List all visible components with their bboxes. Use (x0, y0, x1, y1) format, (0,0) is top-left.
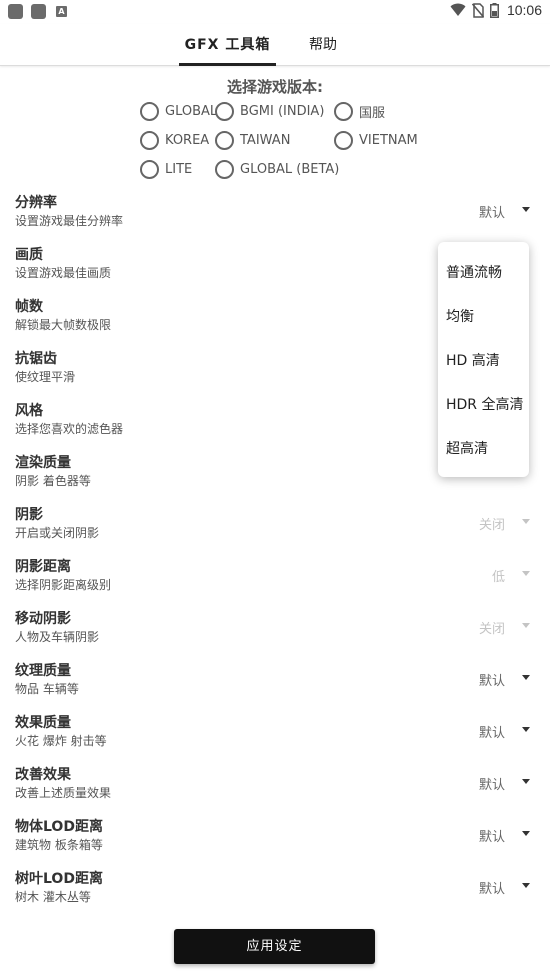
app-icon (31, 4, 46, 19)
active-tab-indicator (179, 63, 276, 66)
dropdown-arrow-icon[interactable] (522, 675, 530, 680)
setting-title: 移动阴影 (15, 611, 71, 627)
setting-row-shadow[interactable]: 阴影 开启或关闭阴影 关闭 (15, 504, 535, 548)
radio-circle (140, 101, 159, 121)
setting-row-texture-quality[interactable]: 纹理质量 物品 车辆等 默认 (15, 660, 535, 704)
wifi-icon (450, 3, 466, 16)
radio-circle (140, 159, 159, 179)
radio-circle (334, 130, 353, 150)
setting-subtitle: 物品 车辆等 (15, 682, 79, 696)
notification-a-icon: A (56, 6, 67, 17)
clock: 10:06 (506, 2, 542, 18)
version-title: 选择游戏版本: (227, 78, 323, 96)
dropdown-arrow-icon[interactable] (522, 779, 530, 784)
dropdown-option-smooth[interactable]: 普通流畅 (446, 262, 502, 282)
setting-subtitle: 建筑物 板条箱等 (15, 838, 103, 852)
tab-bar: GFX 工具箱 帮助 (0, 24, 550, 66)
dropdown-arrow-icon[interactable] (522, 571, 530, 576)
setting-title: 物体LOD距离 (15, 819, 103, 835)
setting-row-improve-effects[interactable]: 改善效果 改善上述质量效果 默认 (15, 764, 535, 808)
quality-dropdown-menu: 普通流畅 均衡 HD 高清 HDR 全高清 超高清 (438, 242, 529, 477)
no-sim-icon (471, 2, 484, 18)
setting-subtitle: 选择阴影距离级别 (15, 578, 112, 592)
setting-value[interactable]: 默认 (479, 670, 505, 689)
app-icon (8, 4, 23, 19)
tab-gfx-toolbox[interactable]: GFX 工具箱 (179, 24, 276, 66)
dropdown-option-balanced[interactable]: 均衡 (446, 306, 474, 326)
setting-subtitle: 设置游戏最佳分辨率 (15, 214, 124, 228)
radio-circle (140, 130, 159, 150)
setting-row-effect-quality[interactable]: 效果质量 火花 爆炸 射击等 默认 (15, 712, 535, 756)
setting-subtitle: 解锁最大帧数极限 (15, 318, 112, 332)
setting-value[interactable]: 低 (492, 566, 505, 585)
dropdown-option-hd[interactable]: HD 高清 (446, 350, 500, 370)
setting-title: 渲染质量 (15, 455, 71, 471)
radio-korea[interactable]: KOREA (140, 130, 209, 150)
setting-subtitle: 阴影 着色器等 (15, 474, 91, 488)
radio-vietnam[interactable]: VIETNAM (334, 130, 418, 150)
dropdown-arrow-icon[interactable] (522, 727, 530, 732)
radio-label: TAIWAN (240, 132, 291, 148)
radio-label: LITE (165, 161, 193, 177)
battery-icon (489, 2, 499, 18)
radio-lite[interactable]: LITE (140, 159, 192, 179)
setting-subtitle: 火花 爆炸 射击等 (15, 734, 107, 748)
setting-subtitle: 使纹理平滑 (15, 370, 76, 384)
radio-circle (215, 130, 234, 150)
dropdown-option-ultra-hd[interactable]: 超高清 (446, 438, 488, 458)
setting-value[interactable]: 默认 (479, 202, 505, 221)
radio-circle (215, 101, 234, 121)
setting-subtitle: 选择您喜欢的滤色器 (15, 422, 124, 436)
setting-row-shadow-distance[interactable]: 阴影距离 选择阴影距离级别 低 (15, 556, 535, 600)
radio-label: 国服 (359, 105, 386, 121)
setting-title: 帧数 (15, 299, 43, 315)
setting-title: 抗锯齿 (15, 351, 57, 367)
dropdown-arrow-icon[interactable] (522, 519, 530, 524)
setting-title: 分辨率 (15, 195, 57, 211)
setting-title: 改善效果 (15, 767, 71, 783)
radio-label: VIETNAM (359, 132, 418, 148)
setting-row-resolution[interactable]: 分辨率 设置游戏最佳分辨率 默认 (15, 192, 535, 236)
dropdown-arrow-icon[interactable] (522, 623, 530, 628)
setting-row-moving-shadow[interactable]: 移动阴影 人物及车辆阴影 关闭 (15, 608, 535, 652)
tab-help[interactable]: 帮助 (296, 24, 350, 66)
radio-label: BGMI (INDIA) (240, 103, 325, 119)
radio-taiwan[interactable]: TAIWAN (215, 130, 290, 150)
setting-value[interactable]: 默认 (479, 774, 505, 793)
setting-title: 画质 (15, 247, 43, 263)
setting-subtitle: 设置游戏最佳画质 (15, 266, 112, 280)
radio-global-beta[interactable]: GLOBAL (BETA) (215, 159, 339, 179)
setting-title: 风格 (15, 403, 43, 419)
radio-circle (334, 101, 353, 121)
radio-label: KOREA (165, 132, 210, 148)
setting-value[interactable]: 默认 (479, 722, 505, 741)
setting-row-foliage-lod[interactable]: 树叶LOD距离 树木 灌木丛等 默认 (15, 868, 535, 912)
radio-label: GLOBAL (165, 103, 218, 119)
setting-value[interactable]: 关闭 (479, 514, 505, 533)
radio-circle (215, 159, 234, 179)
dropdown-arrow-icon[interactable] (522, 207, 530, 212)
dropdown-option-hdr[interactable]: HDR 全高清 (446, 394, 524, 414)
setting-row-object-lod[interactable]: 物体LOD距离 建筑物 板条箱等 默认 (15, 816, 535, 860)
setting-title: 纹理质量 (15, 663, 71, 679)
status-bar: A 10:06 (0, 0, 550, 24)
radio-label: GLOBAL (BETA) (240, 161, 340, 177)
setting-title: 效果质量 (15, 715, 71, 731)
radio-cn-server[interactable]: 国服 (334, 101, 385, 121)
apply-settings-button[interactable]: 应用设定 (174, 929, 375, 964)
setting-title: 阴影距离 (15, 559, 71, 575)
dropdown-arrow-icon[interactable] (522, 883, 530, 888)
setting-subtitle: 开启或关闭阴影 (15, 526, 100, 540)
setting-title: 阴影 (15, 507, 43, 523)
setting-subtitle: 改善上述质量效果 (15, 786, 112, 800)
setting-subtitle: 人物及车辆阴影 (15, 630, 100, 644)
setting-value[interactable]: 关闭 (479, 618, 505, 637)
radio-global[interactable]: GLOBAL (140, 101, 217, 121)
setting-subtitle: 树木 灌木丛等 (15, 890, 91, 904)
radio-bgmi-india[interactable]: BGMI (INDIA) (215, 101, 324, 121)
setting-title: 树叶LOD距离 (15, 871, 103, 887)
dropdown-arrow-icon[interactable] (522, 831, 530, 836)
setting-value[interactable]: 默认 (479, 826, 505, 845)
setting-value[interactable]: 默认 (479, 878, 505, 897)
